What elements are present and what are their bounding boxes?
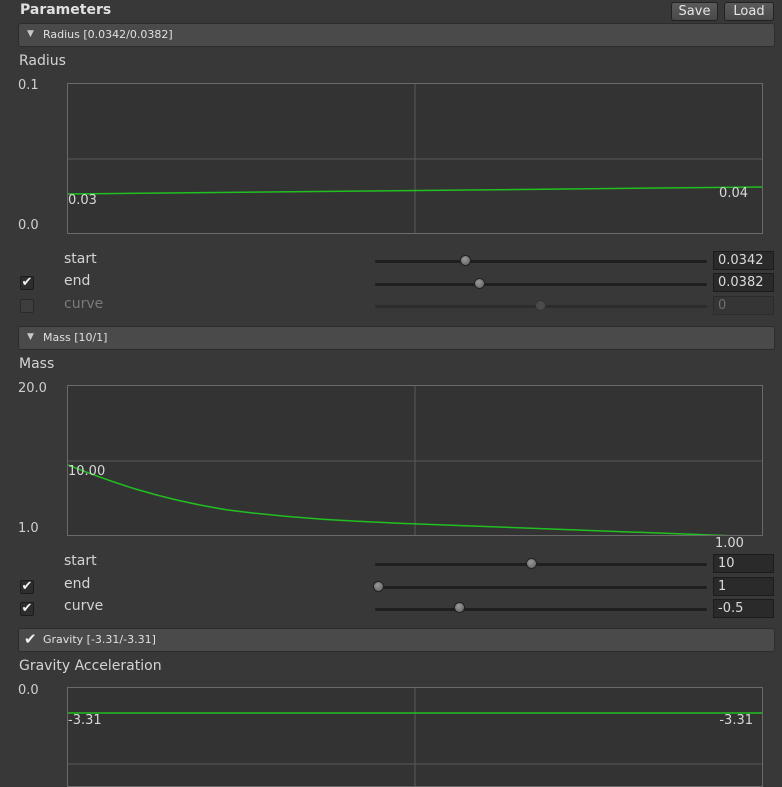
gravity-enable-checkbox[interactable]: ✔ xyxy=(24,630,37,648)
radius-curve-field: 0 xyxy=(713,296,774,315)
mass-start-label: start xyxy=(64,553,97,569)
radius-curve-label: curve xyxy=(64,296,104,312)
radius-section-header[interactable]: ▼ Radius [0.0342/0.0382] xyxy=(18,23,775,47)
panel-title: Parameters xyxy=(20,2,112,18)
radius-curve-checkbox[interactable] xyxy=(20,299,34,313)
radius-start-value: 0.03 xyxy=(68,193,97,208)
mass-section-header[interactable]: ▼ Mass [10/1] xyxy=(18,326,775,350)
mass-curve-checkbox[interactable]: ✔ xyxy=(20,602,34,616)
mass-start-value: 10.00 xyxy=(68,464,106,479)
gravity-curve-svg xyxy=(68,688,762,786)
mass-end-field[interactable]: 1 xyxy=(713,577,774,596)
mass-curve-field[interactable]: -0.5 xyxy=(713,599,774,618)
mass-start-slider[interactable] xyxy=(375,563,707,566)
gravity-curve-graph: -3.31 -3.31 xyxy=(67,687,763,787)
radius-end-checkbox[interactable]: ✔ xyxy=(20,276,34,290)
gravity-end-value: -3.31 xyxy=(719,713,753,728)
gravity-start-value: -3.31 xyxy=(68,713,102,728)
load-button[interactable]: Load xyxy=(724,2,774,21)
radius-header-text: Radius [0.0342/0.0382] xyxy=(43,28,173,41)
radius-end-value: 0.04 xyxy=(719,186,748,201)
radius-curve-svg xyxy=(68,84,762,233)
gravity-label: Gravity Acceleration xyxy=(19,658,162,674)
mass-curve-label: curve xyxy=(64,598,104,614)
radius-curve-slider-thumb xyxy=(535,300,546,311)
mass-end-slider[interactable] xyxy=(375,586,707,589)
mass-start-field[interactable]: 10 xyxy=(713,554,774,573)
mass-end-slider-thumb[interactable] xyxy=(373,581,384,592)
mass-curve-slider-thumb[interactable] xyxy=(454,602,465,613)
gravity-section-header[interactable]: ✔ Gravity [-3.31/-3.31] xyxy=(18,628,775,652)
radius-end-slider-thumb[interactable] xyxy=(474,278,485,289)
mass-curve-slider[interactable] xyxy=(375,608,707,611)
radius-label: Radius xyxy=(19,53,66,69)
mass-y-min: 1.0 xyxy=(18,521,39,536)
foldout-arrow-icon[interactable]: ▼ xyxy=(27,29,34,39)
radius-start-slider-thumb[interactable] xyxy=(460,255,471,266)
radius-end-field[interactable]: 0.0382 xyxy=(713,273,774,292)
radius-end-slider[interactable] xyxy=(375,283,707,286)
gravity-y-max: 0.0 xyxy=(18,683,39,698)
mass-header-text: Mass [10/1] xyxy=(43,331,108,344)
foldout-arrow-icon[interactable]: ▼ xyxy=(27,332,34,342)
mass-start-slider-thumb[interactable] xyxy=(526,558,537,569)
mass-end-checkbox[interactable]: ✔ xyxy=(20,580,34,594)
mass-end-label: end xyxy=(64,576,91,592)
radius-start-label: start xyxy=(64,251,97,267)
gravity-header-text: Gravity [-3.31/-3.31] xyxy=(43,633,156,646)
radius-curve-graph: 0.03 0.04 xyxy=(67,83,763,234)
radius-start-field[interactable]: 0.0342 xyxy=(713,251,774,270)
radius-start-slider[interactable] xyxy=(375,260,707,263)
radius-y-min: 0.0 xyxy=(18,218,39,233)
save-button[interactable]: Save xyxy=(671,2,718,21)
radius-end-label: end xyxy=(64,273,91,289)
mass-curve-svg xyxy=(68,386,762,535)
radius-y-max: 0.1 xyxy=(18,78,39,93)
mass-end-value: 1.00 xyxy=(715,536,744,551)
mass-label: Mass xyxy=(19,356,55,372)
mass-curve-graph: 10.00 xyxy=(67,385,763,536)
mass-y-max: 20.0 xyxy=(18,381,47,396)
